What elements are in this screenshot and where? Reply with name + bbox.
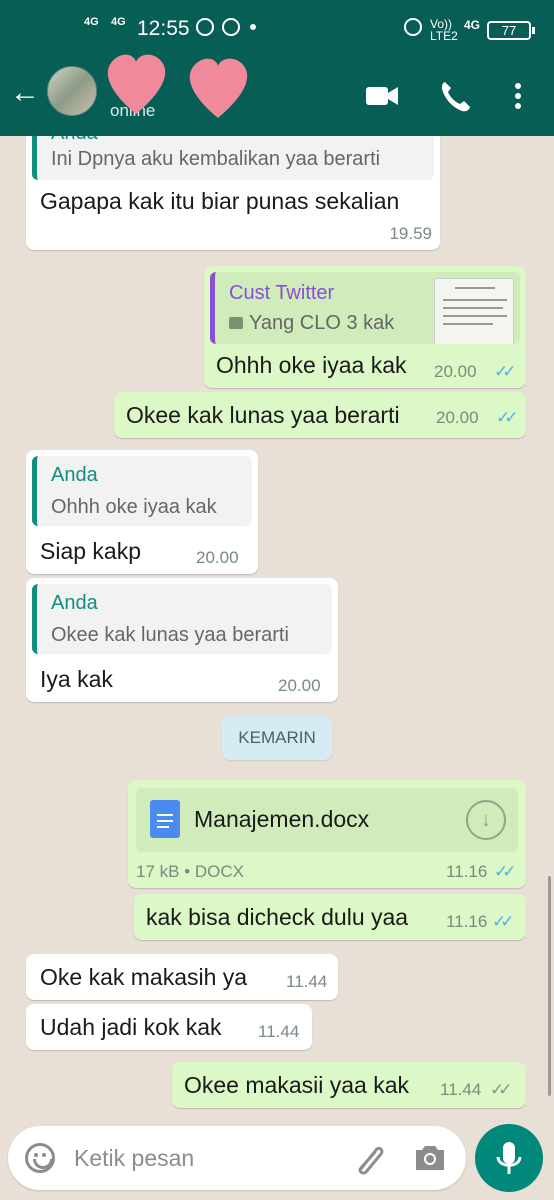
message-text: Udah jadi kok kak bbox=[40, 1014, 222, 1040]
document-attachment[interactable]: Manajemen.docx ↓ bbox=[136, 788, 518, 852]
message-text: Ohhh oke iyaa kak bbox=[216, 352, 407, 378]
document-name: Manajemen.docx bbox=[194, 806, 370, 832]
message-text: Okee kak lunas yaa berarti bbox=[126, 402, 400, 428]
message-time: 20.00 bbox=[436, 408, 479, 427]
message-text: Gapapa kak itu biar punas sekalian bbox=[40, 188, 400, 214]
battery-indicator: 77 bbox=[487, 21, 535, 40]
emoji-icon[interactable] bbox=[25, 1143, 55, 1173]
phone-icon[interactable] bbox=[438, 78, 472, 114]
quoted-message[interactable]: Anda Ini Dpnya aku kembalikan yaa berart… bbox=[32, 136, 434, 180]
mic-button[interactable] bbox=[475, 1124, 543, 1192]
video-call-icon[interactable] bbox=[364, 78, 400, 114]
read-ticks-icon: ✓✓ bbox=[494, 362, 516, 381]
alarm-icon bbox=[404, 18, 422, 36]
message-bubble-incoming[interactable]: Anda Ohhh oke iyaa kak Siap kakp 20.00 bbox=[26, 450, 258, 574]
message-bubble-outgoing[interactable]: Okee makasii yaa kak 11.44 ✓✓ bbox=[172, 1062, 526, 1108]
message-time: 11.44 bbox=[286, 972, 328, 991]
message-bubble-outgoing[interactable]: kak bisa dicheck dulu yaa 11.16 ✓✓ bbox=[134, 894, 526, 940]
read-ticks-icon: ✓✓ bbox=[496, 408, 518, 427]
message-time: 11.16 bbox=[446, 912, 488, 931]
document-meta: 17 kB • DOCX bbox=[136, 862, 244, 881]
quoted-message[interactable]: Cust Twitter Yang CLO 3 kak bbox=[210, 272, 520, 344]
message-text: Okee makasii yaa kak bbox=[184, 1072, 409, 1098]
message-time: 11.44 bbox=[440, 1080, 482, 1099]
quote-image-thumbnail bbox=[434, 278, 514, 344]
message-bubble-incoming[interactable]: Udah jadi kok kak 11.44 bbox=[26, 1004, 312, 1050]
message-time: 20.00 bbox=[196, 548, 239, 567]
quote-text-wrap: Yang CLO 3 kak bbox=[229, 312, 394, 335]
quote-author: Anda bbox=[51, 464, 98, 486]
quote-author: Anda bbox=[51, 136, 98, 145]
heart-sticker-icon bbox=[107, 54, 248, 118]
more-icon[interactable] bbox=[510, 78, 526, 114]
clock: 12:55 bbox=[137, 17, 190, 40]
message-text: Oke kak makasih ya bbox=[40, 964, 248, 990]
message-bubble-outgoing[interactable]: Cust Twitter Yang CLO 3 kak Ohhh oke iya… bbox=[204, 266, 526, 388]
network-label: Vo)) LTE2 bbox=[430, 17, 458, 43]
message-bubble-incoming[interactable]: Oke kak makasih ya 11.44 bbox=[26, 954, 338, 1000]
line-app-icon bbox=[196, 18, 214, 36]
status-bar: 4G 4G 12:55 Vo)) LTE2 4G 77 bbox=[0, 0, 554, 58]
mic-icon bbox=[496, 1142, 522, 1174]
date-divider: KEMARIN bbox=[222, 716, 332, 760]
signal-1-label: 4G bbox=[84, 16, 99, 28]
back-arrow-icon[interactable]: ← bbox=[10, 76, 40, 110]
quoted-message[interactable]: Anda Ohhh oke iyaa kak bbox=[32, 456, 252, 526]
read-ticks-icon: ✓✓ bbox=[492, 912, 514, 931]
camera-icon[interactable] bbox=[412, 1142, 448, 1174]
message-time: 19.59 bbox=[389, 224, 432, 243]
message-time: 20.00 bbox=[434, 362, 477, 381]
message-bubble-document[interactable]: Manajemen.docx ↓ 17 kB • DOCX 11.16 ✓✓ bbox=[128, 780, 526, 888]
avatar[interactable] bbox=[47, 66, 97, 116]
message-text: Siap kakp bbox=[40, 538, 142, 564]
quote-author: Anda bbox=[51, 592, 98, 614]
quote-text: Ini Dpnya aku kembalikan yaa berarti bbox=[51, 148, 381, 170]
quoted-message[interactable]: Anda Okee kak lunas yaa berarti bbox=[32, 584, 332, 654]
telegram-icon bbox=[222, 18, 240, 36]
quote-text: Okee kak lunas yaa berarti bbox=[51, 624, 289, 646]
network-type: 4G bbox=[464, 18, 481, 32]
message-time: 20.00 bbox=[278, 676, 321, 695]
message-text: Iya kak bbox=[40, 666, 113, 692]
message-text: kak bisa dicheck dulu yaa bbox=[146, 904, 409, 930]
battery-level: 77 bbox=[501, 23, 517, 38]
message-list[interactable]: Anda Ini Dpnya aku kembalikan yaa berart… bbox=[0, 136, 554, 1120]
quote-author: Cust Twitter bbox=[229, 282, 335, 304]
read-ticks-icon: ✓✓ bbox=[494, 862, 516, 881]
quote-text: Ohhh oke iyaa kak bbox=[51, 496, 217, 518]
download-icon[interactable]: ↓ bbox=[466, 800, 506, 840]
message-bubble-incoming[interactable]: Anda Okee kak lunas yaa berarti Iya kak … bbox=[26, 578, 338, 702]
document-icon bbox=[150, 800, 180, 838]
chat-header: ← T r online bbox=[0, 54, 554, 136]
quote-text: Yang CLO 3 kak bbox=[249, 312, 395, 334]
image-icon bbox=[229, 317, 243, 329]
message-bubble-incoming[interactable]: Anda Ini Dpnya aku kembalikan yaa berart… bbox=[26, 136, 440, 250]
signal-2-label: 4G bbox=[111, 16, 126, 28]
message-composer bbox=[8, 1126, 466, 1190]
delivered-ticks-icon: ✓✓ bbox=[490, 1080, 512, 1099]
attach-icon[interactable] bbox=[348, 1140, 388, 1176]
message-time: 11.44 bbox=[258, 1022, 300, 1041]
message-time: 11.16 bbox=[446, 862, 488, 881]
message-input[interactable] bbox=[74, 1140, 324, 1176]
notification-dot-icon bbox=[250, 24, 256, 30]
message-bubble-outgoing[interactable]: Okee kak lunas yaa berarti 20.00 ✓✓ bbox=[114, 392, 526, 438]
scrollbar[interactable] bbox=[548, 876, 551, 1096]
